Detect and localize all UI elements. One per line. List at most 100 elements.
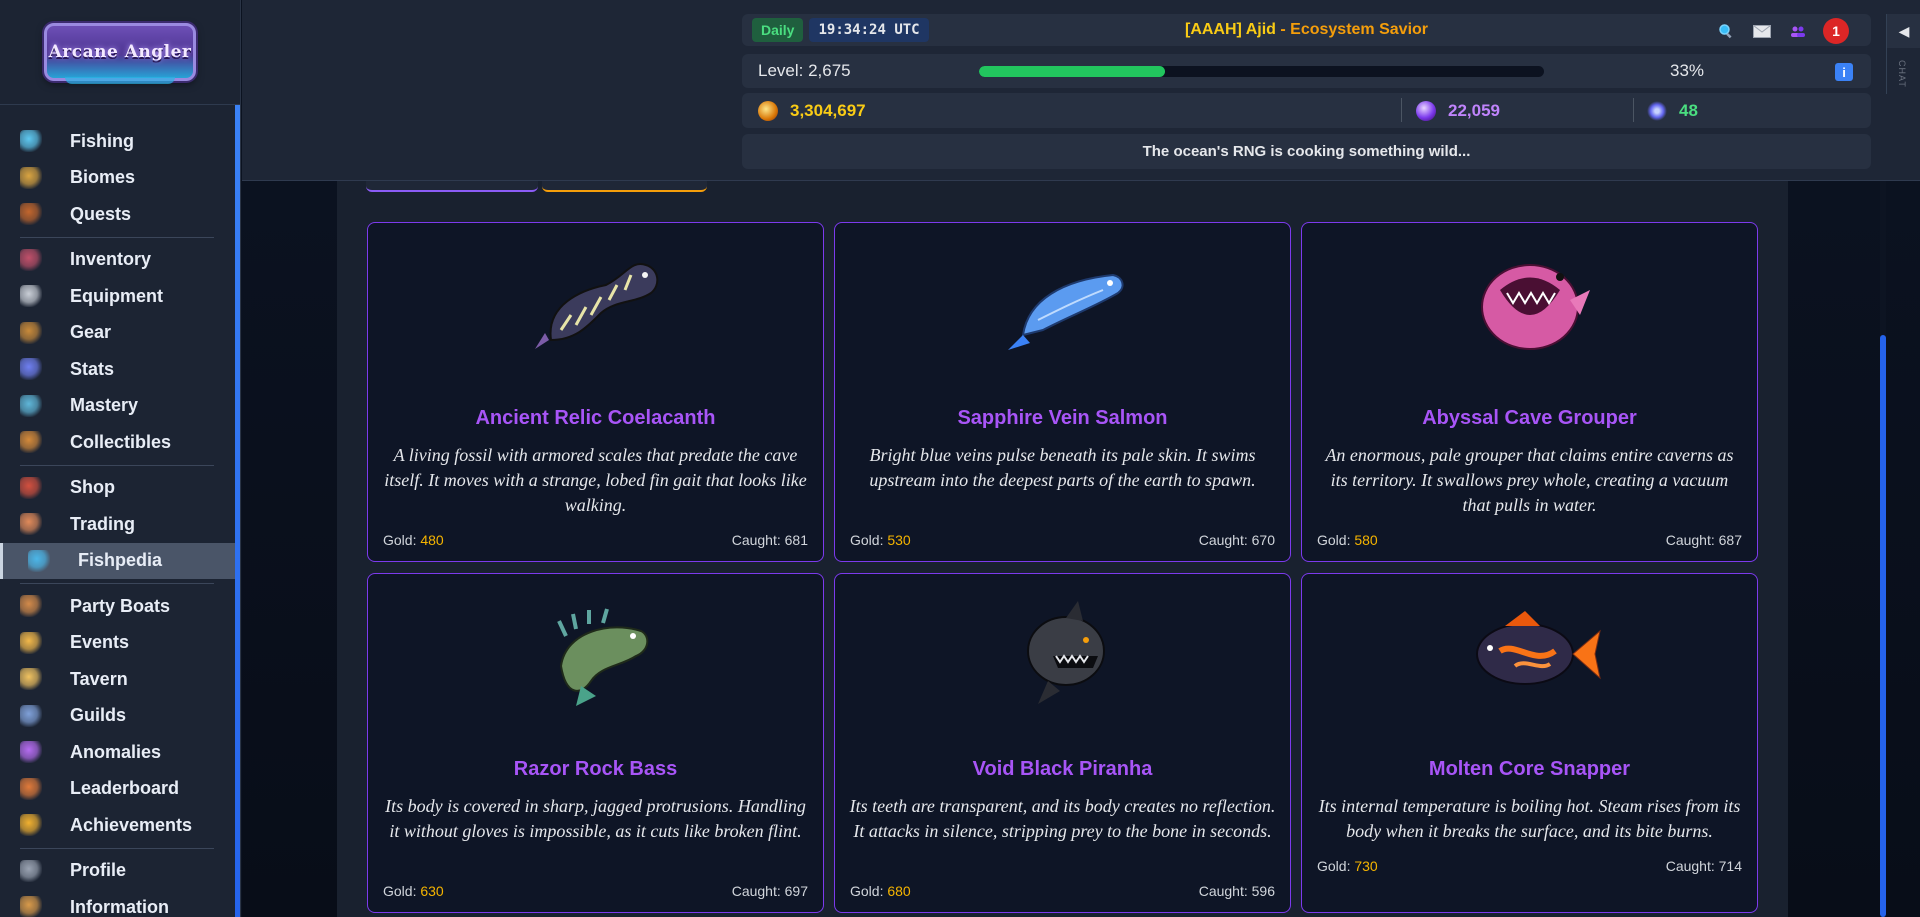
sidebar-item-label: Shop [70, 477, 115, 498]
chat-panel-tab[interactable]: ◀ CHAT [1886, 14, 1920, 94]
sidebar-item-label: Biomes [70, 167, 136, 188]
gold-value: 530 [887, 532, 911, 548]
fish-description: An enormous, pale grouper that claims en… [1325, 445, 1734, 515]
nav-separator [20, 236, 214, 238]
fish-card[interactable]: Void Black Piranha Its teeth are transpar… [834, 573, 1291, 913]
guild-icon [20, 704, 42, 727]
shard-amount: 48 [1679, 100, 1698, 120]
sidebar-item-information[interactable]: Information [0, 889, 235, 917]
fish-stats: Gold: 680 Caught: 596 [850, 883, 1275, 899]
content-scrollbar[interactable] [1880, 150, 1886, 917]
level-row: Level: 2,675 33% i [742, 54, 1871, 88]
coelacanth-icon [521, 245, 671, 363]
sidebar-item-guilds[interactable]: Guilds [0, 698, 235, 735]
sidebar-item-leaderboard[interactable]: Leaderboard [0, 771, 235, 808]
sidebar-item-inventory[interactable]: Inventory [0, 242, 235, 279]
gem-amount: 22,059 [1448, 100, 1500, 120]
salmon-icon [988, 245, 1138, 363]
fish-card[interactable]: Razor Rock Bass Its body is covered in sh… [367, 573, 824, 913]
sidebar-item-gear[interactable]: Gear [0, 315, 235, 352]
trophy-icon [20, 814, 42, 837]
grouper-icon [1455, 245, 1605, 363]
daily-badge[interactable]: Daily [752, 18, 804, 42]
top-header: Daily 19:34:24 UTC [AAAH] Ajid - Ecosyst… [242, 0, 1920, 181]
fish-gold: Gold: 480 [383, 532, 444, 548]
profile-icon [20, 859, 42, 882]
sidebar-item-label: Tavern [70, 668, 128, 689]
player-title: Ecosystem Savior [1290, 21, 1429, 38]
piranha-icon [988, 596, 1138, 714]
bass-icon [521, 596, 671, 714]
sidebar-item-party-boats[interactable]: Party Boats [0, 588, 235, 625]
sidebar-item-mastery[interactable]: Mastery [0, 388, 235, 425]
game-logo[interactable]: Arcane Angler [44, 23, 196, 84]
sidebar-item-label: Inventory [70, 249, 152, 270]
gold-currency: 3,304,697 [758, 100, 866, 121]
boot-icon [20, 321, 42, 344]
sidebar-item-label: Gear [70, 322, 112, 343]
sidebar-item-fishpedia[interactable]: Fishpedia [0, 542, 235, 579]
chat-toggle-button[interactable]: ◀ [1887, 14, 1920, 48]
fishing-rod-icon [20, 130, 42, 153]
sidebar-item-label: Quests [70, 203, 132, 224]
sidebar-item-shop[interactable]: Shop [0, 470, 235, 507]
gold-label: Gold: [383, 532, 421, 548]
fish-card[interactable]: Sapphire Vein Salmon Bright blue veins pu… [834, 222, 1291, 562]
sidebar-item-trading[interactable]: Trading [0, 506, 235, 543]
tavern-icon [20, 668, 42, 691]
fish-stats: Gold: 580 Caught: 687 [1317, 532, 1742, 548]
fish-card[interactable]: Ancient Relic Coelacanth A living fossil … [367, 222, 824, 562]
sidebar-item-collectibles[interactable]: Collectibles [0, 424, 235, 461]
gold-coin-icon [758, 100, 778, 121]
info-icon[interactable]: i [1835, 63, 1853, 81]
nav-separator [20, 847, 214, 849]
currency-divider [1401, 98, 1402, 122]
search-icon[interactable] [1715, 20, 1737, 42]
fish-card[interactable]: Abyssal Cave Grouper An enormous, pale gr… [1301, 222, 1758, 562]
sidebar-scrollbar[interactable] [235, 105, 240, 917]
fish-caught-count: Caught: 714 [1665, 858, 1742, 874]
sidebar-item-tavern[interactable]: Tavern [0, 661, 235, 698]
header-icons: 1 [1715, 18, 1849, 44]
shop-icon [20, 476, 42, 499]
fish-caught-count: Caught: 681 [731, 532, 808, 548]
sidebar-item-label: Information [70, 896, 169, 917]
shard-star-icon [1647, 100, 1667, 121]
sidebar-item-achievements[interactable]: Achievements [0, 807, 235, 844]
fish-caught-count: Caught: 687 [1665, 532, 1742, 548]
sidebar-item-equipment[interactable]: Equipment [0, 278, 235, 315]
friends-icon[interactable] [1787, 20, 1809, 42]
sidebar-item-fishing[interactable]: Fishing [0, 123, 235, 160]
gem-orb-icon [1416, 100, 1436, 121]
sidebar-item-label: Anomalies [70, 741, 162, 762]
gold-label: Gold: [1317, 532, 1355, 548]
player-tag: [AAAH] Ajid [1184, 21, 1276, 38]
fish-description: Its teeth are transparent, and its body … [849, 796, 1276, 841]
ticker-message: The ocean's RNG is cooking something wil… [1142, 143, 1471, 160]
fish-gold: Gold: 730 [1317, 858, 1378, 874]
sidebar-nav: Fishing Biomes Quests Inventory Equipment Gea… [0, 105, 240, 917]
fish-stats: Gold: 630 Caught: 697 [383, 883, 808, 899]
notification-badge[interactable]: 1 [1823, 18, 1849, 44]
star-burst-icon [20, 358, 42, 381]
logo-text: Arcane Angler [48, 42, 192, 62]
sidebar-item-profile[interactable]: Profile [0, 853, 235, 890]
fish-name: Ancient Relic Coelacanth [475, 407, 716, 429]
gold-label: Gold: [383, 883, 421, 899]
sidebar-item-quests[interactable]: Quests [0, 196, 235, 233]
mail-icon[interactable] [1751, 20, 1773, 42]
fish-gold: Gold: 530 [850, 532, 911, 548]
leaderboard-icon [20, 777, 42, 800]
crossed-swords-icon [20, 285, 42, 308]
fish-card[interactable]: Molten Core Snapper Its internal temperat… [1301, 573, 1758, 913]
sidebar-item-stats[interactable]: Stats [0, 351, 235, 388]
sidebar-item-biomes[interactable]: Biomes [0, 160, 235, 197]
orb-icon [20, 394, 42, 417]
gem-currency: 22,059 [1416, 100, 1500, 121]
sidebar-item-anomalies[interactable]: Anomalies [0, 734, 235, 771]
gold-amount: 3,304,697 [790, 100, 866, 120]
sidebar-item-label: Equipment [70, 285, 163, 306]
fish-stats: Gold: 480 Caught: 681 [383, 532, 808, 548]
sidebar-item-events[interactable]: Events [0, 625, 235, 662]
currency-row: 3,304,697 22,059 48 [742, 93, 1871, 128]
